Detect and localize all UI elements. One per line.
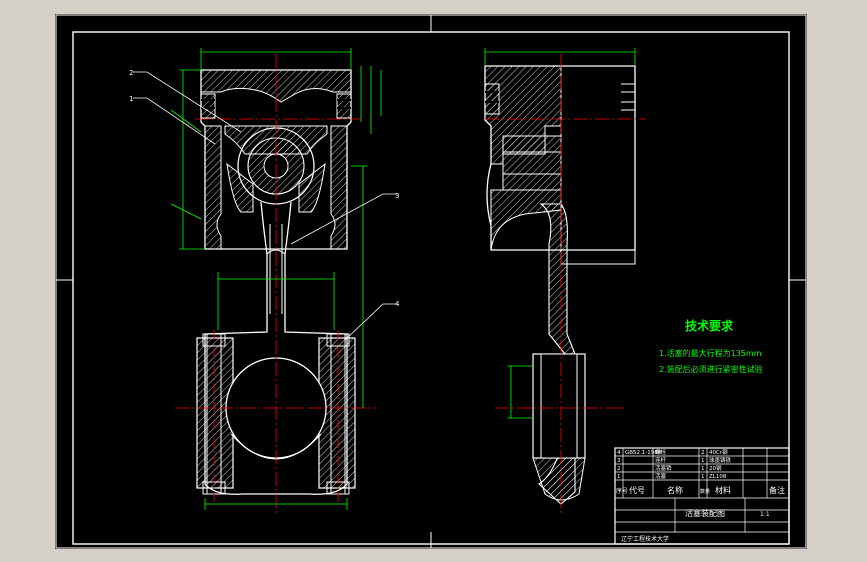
drawing-scale: 1:1	[760, 511, 770, 518]
balloon-2: 2	[129, 69, 133, 77]
side-view	[484, 48, 645, 514]
part-material-1: ZL108	[709, 474, 727, 480]
part-qty-3: 1	[701, 458, 705, 464]
part-no-3: 3	[617, 458, 621, 464]
part-name-3: 连杆	[655, 456, 667, 464]
inner-border	[72, 31, 790, 545]
part-qty-1: 1	[701, 474, 705, 480]
school-name: 辽宁工程技术大学	[621, 535, 669, 543]
part-no-1: 1	[617, 474, 621, 480]
tech-requirement-2: 2.装配后必须进行紧密性试验	[659, 364, 763, 374]
drawing-sheet: 2 1 3 4 技术要求 1.活塞的最大行程为135mm 2.装配后必须进行紧密…	[55, 14, 807, 549]
drawing-title: 活塞装配图	[685, 508, 725, 518]
part-no-4: 4	[617, 450, 621, 456]
header-qty: 数量	[700, 488, 710, 495]
part-qty-2: 1	[701, 466, 705, 472]
part-material-3: 球墨铸铁	[709, 456, 732, 464]
tech-requirements: 技术要求 1.活塞的最大行程为135mm 2.装配后必须进行紧密性试验	[659, 318, 763, 374]
balloon-3: 3	[395, 192, 399, 200]
header-name: 名称	[667, 485, 683, 495]
header-no: 序号	[616, 487, 628, 495]
title-block: 4 GB52.1-1988 螺栓 2 40Cr钢 3 连杆 1 球墨铸铁 2 活…	[614, 447, 790, 545]
header-material: 材料	[715, 485, 731, 495]
outer-frame	[55, 14, 807, 549]
cad-viewport[interactable]: 2 1 3 4 技术要求 1.活塞的最大行程为135mm 2.装配后必须进行紧密…	[0, 0, 867, 562]
balloon-1: 1	[129, 95, 133, 103]
part-qty-4: 2	[701, 450, 705, 456]
header-code: 代号	[629, 485, 645, 495]
tech-requirement-1: 1.活塞的最大行程为135mm	[659, 348, 762, 358]
part-material-2: 20钢	[709, 464, 722, 472]
part-no-2: 2	[617, 466, 621, 472]
part-name-4: 螺栓	[655, 448, 667, 456]
header-remark: 备注	[769, 485, 785, 495]
part-name-2: 活塞销	[655, 464, 672, 472]
drawing-canvas: 2 1 3 4 技术要求 1.活塞的最大行程为135mm 2.装配后必须进行紧密…	[55, 14, 807, 549]
part-material-4: 40Cr钢	[709, 448, 728, 456]
tech-requirements-title: 技术要求	[685, 318, 734, 333]
balloon-4: 4	[395, 300, 400, 308]
front-view: 2 1 3 4	[129, 48, 400, 514]
part-name-1: 活塞	[655, 472, 667, 480]
